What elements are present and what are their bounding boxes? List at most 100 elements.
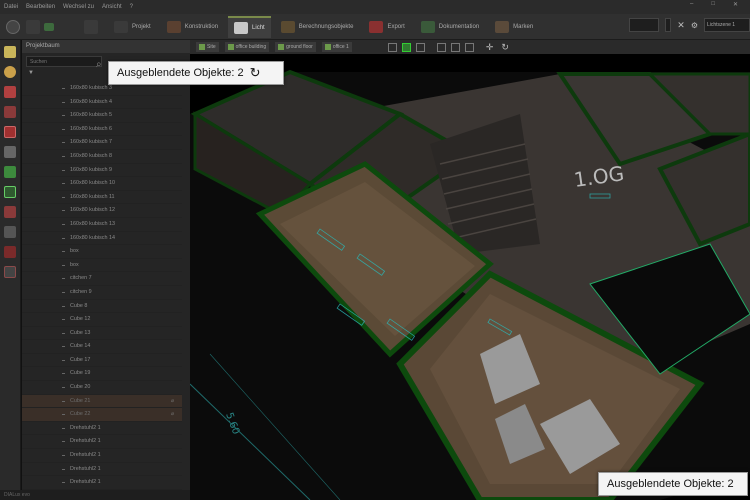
tree-item[interactable]: Cube 21 ⌀ bbox=[22, 394, 182, 409]
floor-icon bbox=[278, 44, 285, 50]
layer-icon[interactable] bbox=[4, 226, 16, 238]
viewport-toolbar: Site office building ground floor office… bbox=[190, 40, 750, 54]
save-icon[interactable] bbox=[26, 19, 40, 34]
calculation-icon[interactable] bbox=[4, 106, 16, 118]
open-icon[interactable] bbox=[44, 22, 54, 31]
tree-item[interactable]: 160x80 kubisch 9 bbox=[22, 164, 182, 178]
floor-plan-render[interactable]: 1.OG 5.60 bbox=[190, 54, 750, 500]
tab-export[interactable]: Export bbox=[363, 16, 410, 38]
tab-projekt[interactable]: Projekt bbox=[108, 16, 157, 38]
tree-item[interactable]: Cube 20 bbox=[22, 381, 182, 395]
tree-item[interactable]: 160x80 kubisch 12 bbox=[22, 204, 182, 218]
maximize-button[interactable]: □ bbox=[711, 1, 715, 8]
luminaire-icon[interactable] bbox=[4, 46, 16, 58]
bulb-icon[interactable] bbox=[4, 66, 16, 78]
tree-item[interactable]: 160x80 kubisch 14 bbox=[22, 232, 182, 246]
minimize-button[interactable]: – bbox=[690, 1, 693, 8]
close-window-button[interactable]: ✕ bbox=[733, 1, 738, 8]
render-icon[interactable] bbox=[4, 206, 16, 218]
hidden-objects-count-bottom: Ausgeblendete Objekte: 2 bbox=[607, 478, 734, 490]
rotate-icon[interactable]: ↻ bbox=[501, 42, 509, 53]
tools-icon[interactable] bbox=[4, 146, 16, 158]
tree-item[interactable]: box bbox=[22, 259, 182, 273]
3d-viewport[interactable]: Site office building ground floor office… bbox=[190, 40, 750, 500]
dropdown-toggle[interactable] bbox=[665, 18, 672, 32]
tree-item[interactable]: Drehstuhl2 1 bbox=[22, 463, 182, 477]
export-icon bbox=[369, 20, 384, 33]
left-tool-column bbox=[0, 40, 21, 490]
tree-item[interactable]: citchen 9 bbox=[22, 286, 182, 300]
tree-item-label: Cube 13 bbox=[70, 329, 91, 336]
tree-item[interactable]: Cube 14 bbox=[22, 340, 182, 354]
group-icon[interactable] bbox=[4, 166, 16, 178]
tree-item[interactable]: 160x80 kubisch 11 bbox=[22, 191, 182, 205]
tree-item[interactable]: Cube 19 bbox=[22, 367, 182, 382]
menu-view[interactable]: Ansicht bbox=[102, 4, 122, 10]
corner-tool-icon[interactable] bbox=[415, 42, 425, 52]
view-icon[interactable] bbox=[4, 186, 16, 198]
tab-marken[interactable]: Marken bbox=[489, 16, 539, 38]
breadcrumb-floor[interactable]: ground floor bbox=[275, 42, 316, 52]
grid-tool-icon[interactable] bbox=[387, 42, 397, 52]
tree-item[interactable]: 160x80 kubisch 6 bbox=[22, 123, 182, 137]
search-icon[interactable]: ⌕ bbox=[96, 59, 102, 70]
tree-item[interactable]: Drehstuhl2 1 bbox=[22, 449, 182, 463]
tree-item[interactable]: box bbox=[22, 245, 182, 259]
tree-item[interactable]: 160x80 kubisch 7 bbox=[22, 136, 182, 150]
tree-item[interactable]: 160x80 kubisch 4 bbox=[22, 96, 182, 110]
tab-licht[interactable]: Licht bbox=[228, 15, 271, 38]
tree-item[interactable]: Drehstuhl2 1 bbox=[22, 422, 182, 436]
undo-icon[interactable] bbox=[84, 19, 98, 34]
tree-branch-icon bbox=[62, 223, 65, 225]
tab-berechnungsobjekte[interactable]: Berechnungsobjekte bbox=[275, 16, 360, 38]
tab-konstruktion[interactable]: Konstruktion bbox=[161, 16, 224, 38]
tree-item[interactable]: 160x80 kubisch 5 bbox=[22, 109, 182, 123]
site-icon bbox=[199, 44, 205, 50]
delete-icon[interactable]: ✕ bbox=[677, 20, 685, 31]
tree-item-label: citchen 7 bbox=[70, 275, 92, 282]
menu-file[interactable]: Datei bbox=[4, 4, 18, 10]
tree-item-label: Cube 12 bbox=[70, 316, 91, 323]
tree-item[interactable]: Cube 8 bbox=[22, 300, 182, 314]
tree-item-label: box bbox=[70, 248, 79, 255]
tree-item[interactable]: citchen 7 bbox=[22, 272, 182, 286]
back-icon[interactable] bbox=[6, 19, 20, 34]
tab-dokumentation[interactable]: Dokumentation bbox=[415, 16, 485, 38]
color-icon[interactable] bbox=[4, 86, 16, 98]
toolbar-input[interactable] bbox=[629, 18, 660, 32]
refresh-icon[interactable]: ↻ bbox=[250, 65, 261, 81]
tree-item[interactable]: 160x80 kubisch 10 bbox=[22, 177, 182, 191]
breadcrumb-site[interactable]: Site bbox=[196, 42, 219, 52]
tree-item[interactable]: Cube 17 bbox=[22, 354, 182, 368]
tree-item[interactable]: Cube 13 bbox=[22, 327, 182, 341]
tree-item-label: Cube 20 bbox=[70, 384, 91, 391]
menu-switch-to[interactable]: Wechsel zu bbox=[63, 4, 94, 10]
tree-item[interactable]: 160x80 kubisch 8 bbox=[22, 150, 182, 164]
stop-icon[interactable] bbox=[4, 246, 16, 258]
tree-item-label: 160x80 kubisch 9 bbox=[70, 166, 112, 173]
settings-icon[interactable]: ⚙ bbox=[691, 21, 698, 30]
tree-item[interactable]: Cube 22 ⌀ bbox=[22, 408, 182, 422]
camera-icon[interactable] bbox=[464, 42, 474, 52]
menu-edit[interactable]: Bearbeiten bbox=[26, 4, 55, 10]
fit-view-icon[interactable] bbox=[436, 42, 446, 52]
breadcrumb-building[interactable]: office building bbox=[224, 42, 270, 52]
more-tools-icon[interactable] bbox=[4, 266, 16, 278]
tree-item[interactable]: Cube 12 bbox=[22, 313, 182, 327]
hidden-badge-icon[interactable]: ⌀ bbox=[171, 408, 174, 422]
hidden-objects-tooltip: Ausgeblendete Objekte: 2 ↻ bbox=[108, 61, 284, 85]
select-tool-icon[interactable] bbox=[401, 42, 411, 52]
hidden-badge-icon[interactable]: ⌀ bbox=[171, 395, 174, 409]
tree-item[interactable]: Drehstuhl2 1 bbox=[22, 435, 182, 450]
breadcrumb-room[interactable]: office 1 bbox=[321, 42, 352, 52]
arrangement-icon[interactable] bbox=[4, 126, 16, 138]
light-scene-select[interactable]: Lichtszene 1 bbox=[704, 18, 750, 32]
panel-title: Projektbaum bbox=[22, 40, 190, 53]
move-icon[interactable]: ✛ bbox=[486, 42, 494, 53]
zoom-icon[interactable] bbox=[450, 42, 460, 52]
search-input[interactable]: Suchen bbox=[26, 56, 102, 67]
tree-item[interactable]: Drehstuhl2 1 bbox=[22, 476, 182, 490]
tree-item[interactable]: 160x80 kubisch 13 bbox=[22, 218, 182, 232]
hidden-objects-tooltip-bottom: Ausgeblendete Objekte: 2 bbox=[598, 472, 748, 496]
menu-help[interactable]: ? bbox=[130, 4, 133, 10]
